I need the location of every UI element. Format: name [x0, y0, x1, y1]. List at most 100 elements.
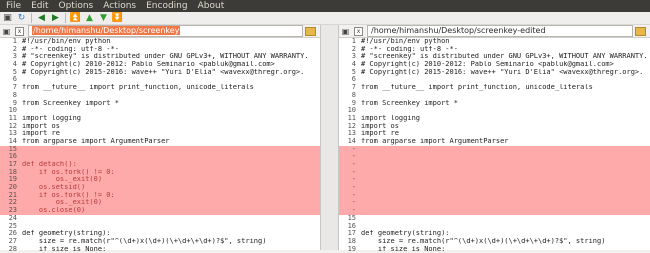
line-text: # -*- coding: utf-8 -*- [361, 45, 458, 53]
line-text: if os.fork() != 0: [22, 191, 115, 199]
line-text: if size is None: [361, 245, 446, 253]
line-number: 2 [351, 45, 356, 53]
line-text: import logging [361, 114, 421, 122]
line-number: 18 [8, 168, 17, 176]
right-code-line: - [339, 191, 650, 200]
right-code-line: 13 import re [339, 130, 650, 138]
line-text: # "screenkey" is distributed under GNU G… [22, 53, 309, 61]
line-number: 3 [12, 53, 17, 61]
left-path-text: /home/himanshu/Desktop/screenkey [32, 26, 181, 35]
line-text: def detach(): [22, 161, 77, 168]
left-code-line: 12 import os [0, 123, 320, 131]
toolbar: ▣ ↻ ◀ ▶ ⏫ ▲ ▼ ⏬ [0, 12, 650, 25]
line-text: from Screenkey import * [361, 99, 458, 107]
line-text: os.setsid() [22, 184, 86, 192]
right-code-line: 5 # Copyright(c) 2015-2016: wave++ "Yuri … [339, 69, 650, 77]
line-text: #!/usr/bin/env python [22, 38, 111, 45]
right-code-line: - [339, 168, 650, 177]
line-number: 9 [12, 99, 17, 107]
prev-change-icon[interactable]: ▲ [84, 13, 95, 23]
line-number: 15 [8, 145, 17, 153]
open-folder-icon[interactable] [635, 26, 646, 36]
line-number: 18 [347, 237, 356, 245]
line-number: 27 [8, 237, 17, 245]
last-change-icon[interactable]: ⏬ [112, 13, 123, 23]
right-code-line: 11 import logging [339, 115, 650, 123]
merge-left-icon[interactable]: ◀ [36, 13, 47, 23]
right-code-line: - [339, 176, 650, 185]
line-number: - [351, 184, 356, 192]
line-number: 26 [8, 230, 17, 238]
line-text: import re [22, 130, 60, 138]
line-number: 14 [8, 137, 17, 145]
left-code-line: 24 [0, 215, 320, 223]
left-code-line: 18 if os.fork() != 0: [0, 168, 320, 177]
line-number: 25 [8, 222, 17, 230]
left-code-line: 26 def geometry(string): [0, 230, 320, 238]
line-number: 21 [8, 191, 17, 199]
open-folder-icon[interactable] [305, 26, 316, 36]
left-code-line: 6 [0, 76, 320, 84]
line-number: 12 [347, 122, 356, 130]
menu-options[interactable]: Options [59, 0, 94, 12]
line-number: 17 [347, 230, 356, 238]
first-change-icon[interactable]: ⏫ [70, 13, 81, 23]
left-code-line: 8 [0, 92, 320, 100]
right-path-bar: ▣ x /home/himanshu/Desktop/screenkey-edi… [339, 25, 650, 38]
menu-encoding[interactable]: Encoding [146, 0, 187, 12]
left-code-line: 5 # Copyright(c) 2015-2016: wave++ "Yuri … [0, 69, 320, 77]
line-text: if size is None: [22, 245, 107, 253]
menu-about[interactable]: About [198, 0, 225, 12]
line-text: if os.fork() != 0: [22, 168, 115, 176]
right-code-line: 2 # -*- coding: utf-8 -*- [339, 46, 650, 54]
menu-actions[interactable]: Actions [103, 0, 136, 12]
line-number: 15 [347, 214, 356, 222]
line-number: 13 [8, 130, 17, 138]
right-code-line: - [339, 184, 650, 192]
right-code-view[interactable]: 1 #!/usr/bin/env python 2 # -*- coding: utf… [339, 38, 650, 253]
left-path-input[interactable]: /home/himanshu/Desktop/screenkey [28, 25, 303, 37]
line-text: size = re.match(r"^(\d+)x(\d+)(\+\d+\+\d… [22, 237, 267, 245]
line-number: 28 [8, 245, 17, 253]
diff-divider[interactable] [320, 25, 339, 250]
right-code-line: 4 # Copyright(c) 2010-2012: Pablo Seminar… [339, 61, 650, 69]
line-number: - [351, 207, 356, 215]
next-change-icon[interactable]: ▼ [98, 13, 109, 23]
line-number: - [351, 161, 356, 168]
left-pane: ▣ x /home/himanshu/Desktop/screenkey 1 #!… [0, 25, 320, 253]
line-number: - [351, 153, 356, 161]
menu-bar: File Edit Options Actions Encoding About [0, 0, 650, 12]
line-number: - [351, 199, 356, 207]
right-code-line: 14 from argparse import ArgumentParser [339, 138, 650, 146]
line-number: 6 [12, 76, 17, 84]
left-code-line: 22 os._exit(0) [0, 199, 320, 208]
line-text: os._exit(0) [22, 176, 103, 184]
line-text: from argparse import ArgumentParser [22, 137, 170, 145]
file-icon: x [15, 26, 24, 36]
line-number: 10 [8, 107, 17, 115]
line-number: 5 [351, 68, 356, 76]
line-text: def geometry(string): [361, 230, 450, 238]
right-code-line: - [339, 153, 650, 161]
right-code-line: 12 import os [339, 123, 650, 131]
line-text: from __future__ import print_function, u… [361, 84, 593, 92]
left-code-line: 7 from __future__ import print_function, … [0, 84, 320, 92]
merge-right-icon[interactable]: ▶ [50, 13, 61, 23]
reload-icon[interactable]: ↻ [16, 13, 27, 23]
line-number: 22 [8, 199, 17, 207]
line-text: # Copyright(c) 2015-2016: wave++ "Yuri D… [361, 68, 644, 76]
line-text: # "screenkey" is distributed under GNU G… [361, 53, 648, 61]
toolbar-separator [65, 13, 66, 23]
save-file-icon[interactable]: ▣ [2, 27, 11, 36]
menu-file[interactable]: File [6, 0, 21, 12]
save-file-icon[interactable]: ▣ [341, 27, 350, 36]
menu-edit[interactable]: Edit [31, 0, 48, 12]
right-code-line: 17 def geometry(string): [339, 230, 650, 238]
left-code-view[interactable]: 1 #!/usr/bin/env python 2 # -*- coding: utf… [0, 38, 320, 253]
right-path-input[interactable]: /home/himanshu/Desktop/screenkey-edited [367, 25, 633, 37]
save-icon[interactable]: ▣ [2, 13, 13, 23]
right-pane: ▣ x /home/himanshu/Desktop/screenkey-edi… [339, 25, 650, 253]
right-code-line: 10 [339, 107, 650, 115]
left-code-line: 2 # -*- coding: utf-8 -*- [0, 46, 320, 54]
left-code-line: 23 os.close(0) [0, 207, 320, 215]
